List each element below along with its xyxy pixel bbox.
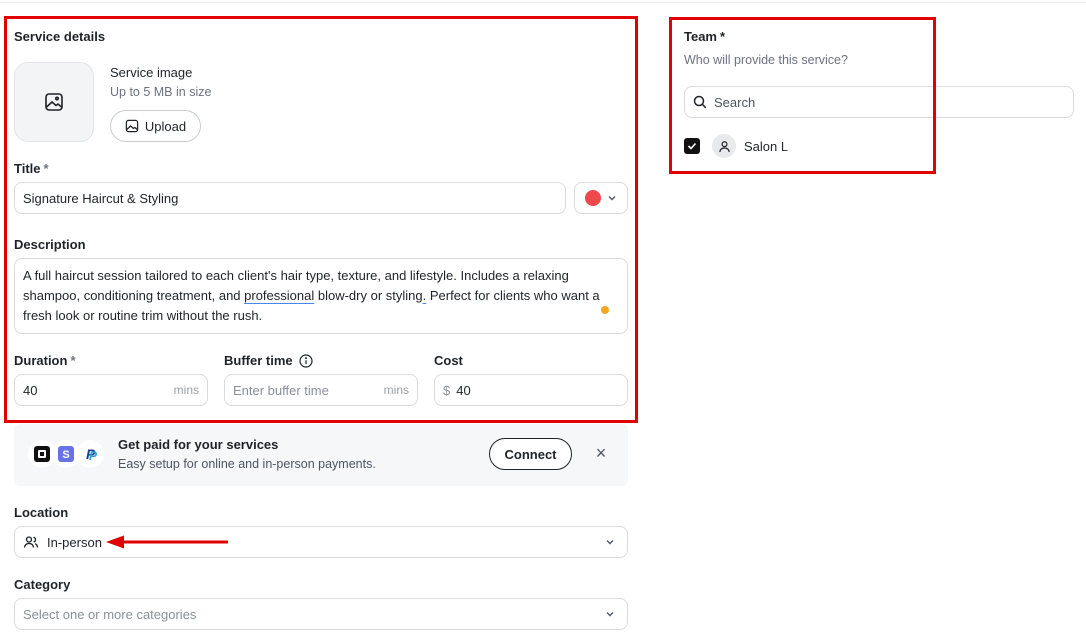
top-divider [0, 2, 1086, 3]
users-icon [23, 536, 39, 548]
location-value: In-person [47, 534, 102, 550]
location-label: Location [14, 505, 69, 520]
stripe-logo-icon: S [54, 442, 78, 466]
category-select[interactable]: Select one or more categories [14, 598, 628, 630]
annotation-highlight-team [669, 17, 936, 174]
payments-banner: S PP Get paid for your services Easy set… [14, 424, 628, 486]
chevron-down-icon [606, 612, 614, 617]
payments-subtitle: Easy setup for online and in-person paym… [118, 457, 376, 471]
payments-title: Get paid for your services [118, 437, 279, 452]
connect-button[interactable]: Connect [489, 438, 572, 470]
category-placeholder: Select one or more categories [23, 606, 197, 622]
svg-text:P: P [89, 449, 98, 463]
svg-text:S: S [62, 449, 69, 461]
paypal-logo-icon: PP [78, 442, 102, 466]
square-logo-icon [30, 442, 54, 466]
category-label: Category [14, 577, 71, 592]
annotation-highlight-service-details [4, 16, 638, 423]
chevron-down-icon [606, 540, 614, 545]
annotation-arrow [106, 535, 228, 549]
close-icon[interactable]: × [592, 443, 610, 463]
connect-button-label: Connect [504, 446, 557, 462]
